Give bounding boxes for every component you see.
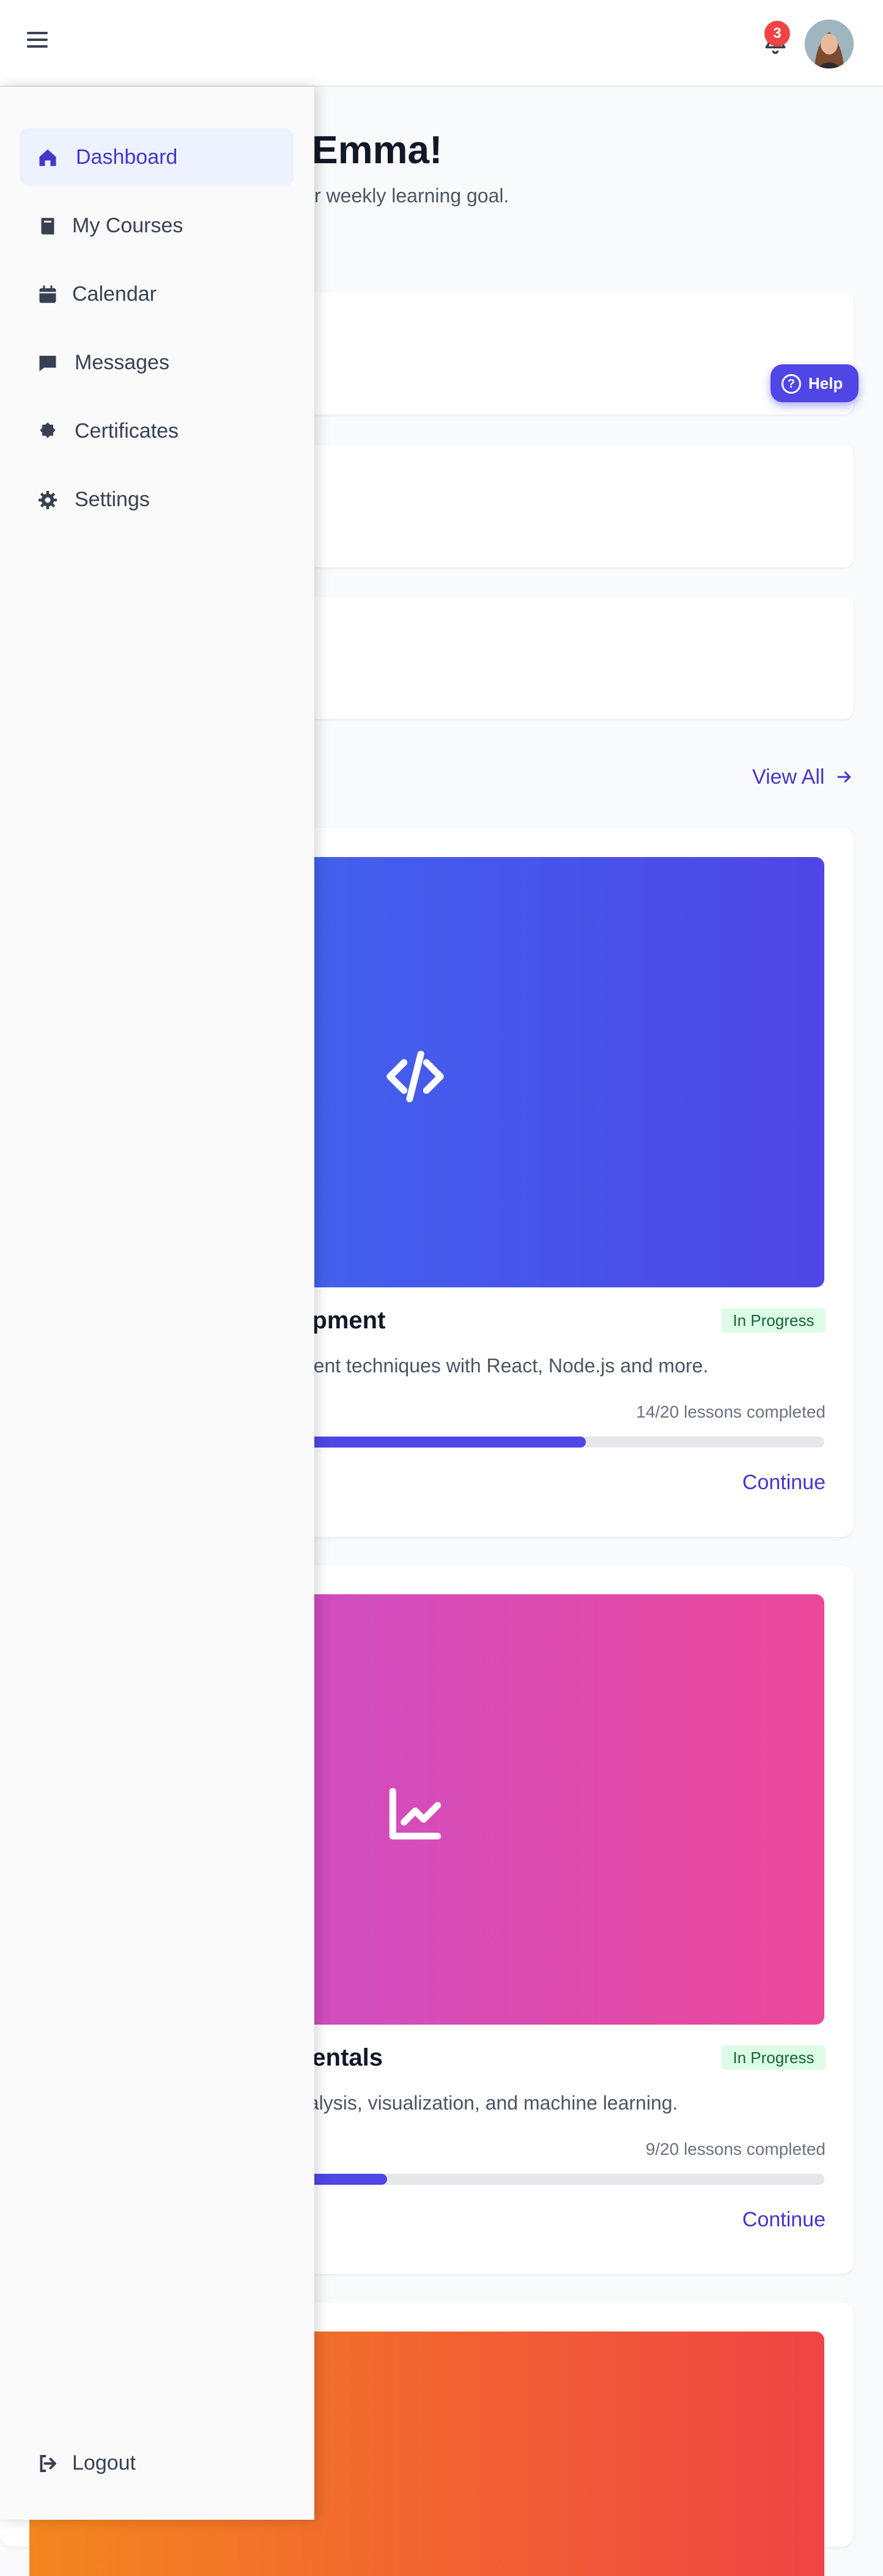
- help-label: Help: [808, 374, 843, 392]
- lessons-completed: 14/20 lessons completed: [636, 1402, 826, 1421]
- certificate-icon: [40, 422, 56, 438]
- sidebar-item-label: Calendar: [72, 282, 157, 306]
- help-button[interactable]: ? Help: [770, 364, 859, 402]
- sidebar-item-calendar[interactable]: Calendar: [20, 265, 294, 323]
- view-all-link[interactable]: View All: [752, 765, 854, 789]
- top-bar: 3: [0, 0, 883, 87]
- calendar-icon: [39, 285, 56, 303]
- continue-button[interactable]: Continue: [742, 2208, 826, 2232]
- code-icon: [386, 1050, 444, 1103]
- book-icon: [41, 218, 54, 235]
- course-description: nalysis, visualization, and machine lear…: [297, 2092, 678, 2114]
- logout-button[interactable]: Logout: [20, 2434, 294, 2492]
- welcome-title: Emma!: [312, 128, 443, 172]
- continue-button[interactable]: Continue: [742, 1471, 826, 1495]
- help-icon: ?: [781, 374, 801, 394]
- sidebar-item-my-courses[interactable]: My Courses: [20, 197, 294, 254]
- sidebar-item-label: Certificates: [75, 419, 179, 443]
- status-badge: In Progress: [722, 1308, 826, 1333]
- sidebar-item-settings[interactable]: Settings: [20, 471, 294, 528]
- message-icon: [39, 356, 56, 372]
- chart-line-icon: [389, 1787, 442, 1840]
- status-badge: In Progress: [722, 2045, 826, 2070]
- welcome-subtitle: r weekly learning goal.: [314, 185, 509, 207]
- sidebar-item-label: My Courses: [72, 214, 183, 237]
- sidebar-item-certificates[interactable]: Certificates: [20, 402, 294, 460]
- lessons-completed: 9/20 lessons completed: [645, 2140, 826, 2158]
- logout-label: Logout: [72, 2451, 136, 2475]
- sidebar: Dashboard My Courses Calendar Messages C…: [0, 87, 314, 2520]
- home-icon: [39, 149, 56, 166]
- sidebar-item-dashboard[interactable]: Dashboard: [20, 128, 294, 186]
- menu-icon[interactable]: [27, 32, 48, 50]
- arrow-right-icon: [837, 771, 851, 782]
- sidebar-item-label: Messages: [75, 351, 169, 374]
- gear-icon: [39, 491, 57, 509]
- view-all-label: View All: [752, 765, 825, 789]
- course-description: ment techniques with React, Node.js and …: [297, 1355, 709, 1377]
- logout-icon: [40, 2455, 56, 2472]
- notification-badge: 3: [764, 21, 790, 46]
- sidebar-item-label: Settings: [75, 488, 150, 511]
- sidebar-item-label: Dashboard: [76, 145, 178, 169]
- sidebar-item-messages[interactable]: Messages: [20, 334, 294, 391]
- avatar[interactable]: [805, 20, 854, 68]
